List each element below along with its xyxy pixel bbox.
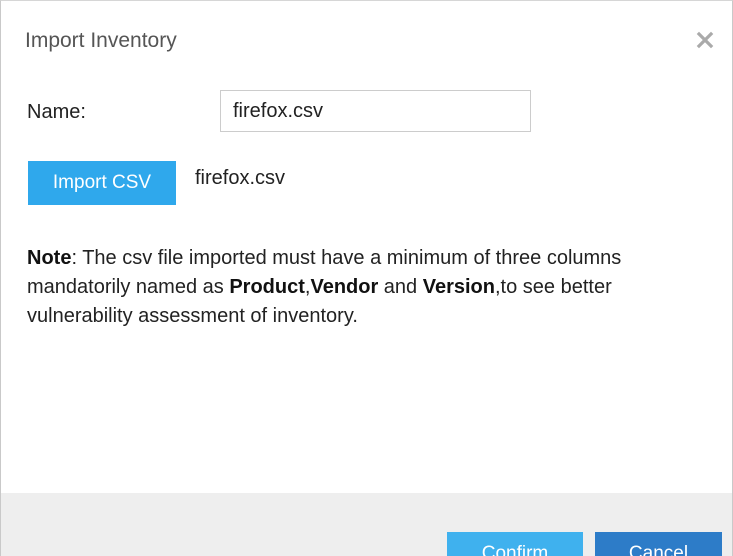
import-inventory-dialog: Import Inventory Name: Import CSV firefo… bbox=[0, 0, 733, 556]
confirm-button[interactable]: Confirm bbox=[447, 532, 583, 556]
note-field-version: Version bbox=[422, 276, 495, 298]
note-text-part2: and bbox=[378, 276, 423, 298]
cancel-button[interactable]: Cancel bbox=[595, 532, 722, 556]
note-field-vendor: Vendor bbox=[310, 276, 379, 298]
name-label: Name: bbox=[27, 101, 86, 123]
note-label: Note bbox=[27, 247, 72, 269]
selected-file-name: firefox.csv bbox=[195, 167, 286, 189]
note-text: Note: The csv file imported must have a … bbox=[27, 244, 707, 331]
note-field-product: Product bbox=[229, 276, 305, 298]
import-csv-button[interactable]: Import CSV bbox=[28, 161, 176, 205]
close-icon bbox=[696, 31, 714, 49]
close-button[interactable] bbox=[692, 27, 718, 53]
dialog-title: Import Inventory bbox=[25, 29, 177, 52]
name-input[interactable] bbox=[220, 90, 531, 132]
